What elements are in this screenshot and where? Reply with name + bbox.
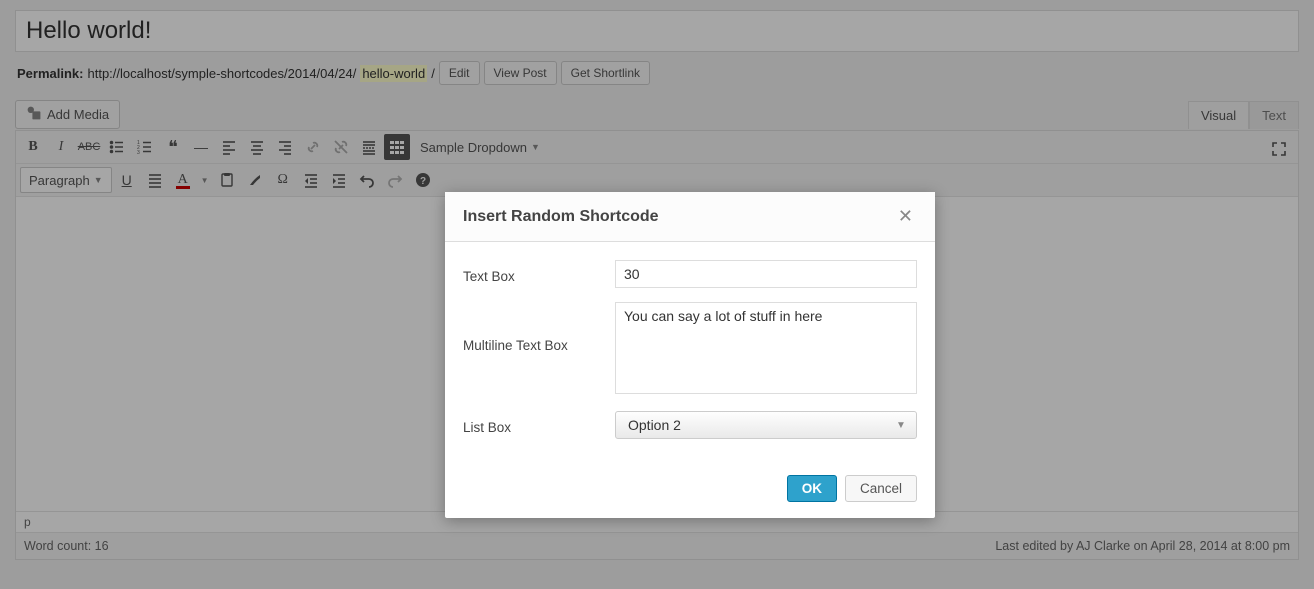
chevron-down-icon: ▼	[892, 416, 910, 434]
modal-title: Insert Random Shortcode	[463, 208, 659, 226]
listbox-select[interactable]: Option 2 ▼	[615, 411, 917, 439]
listbox-label: List Box	[463, 416, 615, 435]
textbox-label: Text Box	[463, 265, 615, 284]
modal-header: Insert Random Shortcode ✕	[445, 192, 935, 242]
cancel-button[interactable]: Cancel	[845, 475, 917, 502]
textbox-input[interactable]	[615, 260, 917, 288]
modal-close-button[interactable]: ✕	[894, 206, 917, 227]
ok-button[interactable]: OK	[787, 475, 837, 502]
multiline-input[interactable]	[615, 302, 917, 394]
modal-footer: OK Cancel	[445, 463, 935, 518]
modal-body: Text Box Multiline Text Box List Box Opt…	[445, 242, 935, 463]
insert-shortcode-modal: Insert Random Shortcode ✕ Text Box Multi…	[445, 192, 935, 518]
listbox-value: Option 2	[628, 417, 681, 433]
close-icon: ✕	[898, 206, 913, 226]
multiline-label: Multiline Text Box	[463, 302, 615, 353]
